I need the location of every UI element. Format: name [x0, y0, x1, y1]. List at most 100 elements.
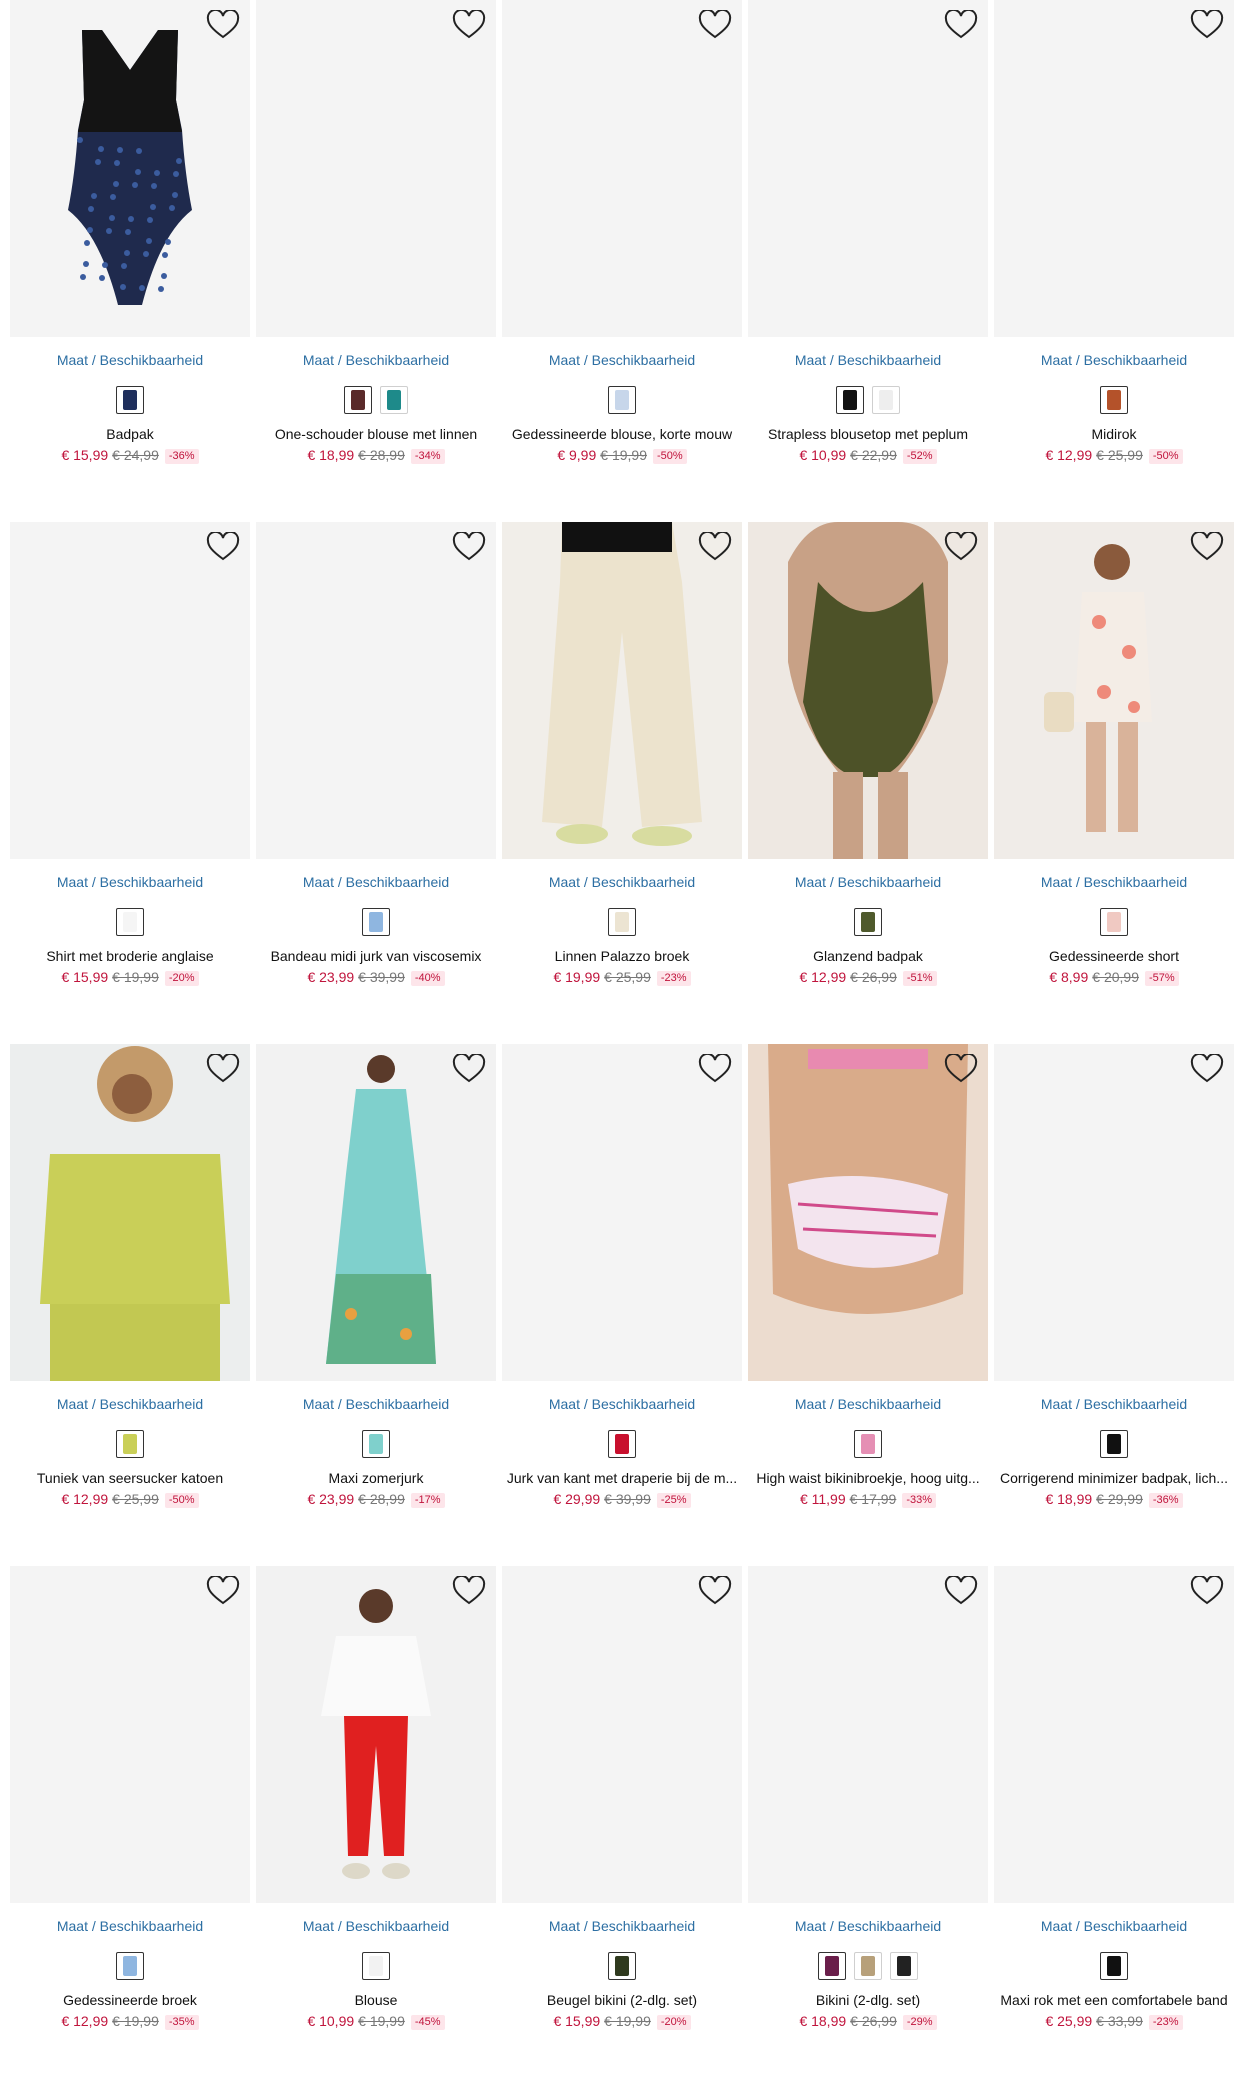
color-swatch[interactable] [854, 908, 882, 936]
product-image[interactable] [256, 1044, 496, 1381]
heart-outline-icon[interactable] [698, 1054, 732, 1084]
product-image[interactable] [748, 0, 988, 337]
color-swatch[interactable] [362, 908, 390, 936]
product-image[interactable] [10, 1566, 250, 1903]
size-availability-link[interactable]: Maat / Beschikbaarheid [748, 873, 988, 891]
color-swatch[interactable] [890, 1952, 918, 1980]
product-image[interactable] [502, 1044, 742, 1381]
color-swatch[interactable] [116, 386, 144, 414]
heart-outline-icon[interactable] [206, 1576, 240, 1606]
color-swatch[interactable] [116, 908, 144, 936]
size-availability-link[interactable]: Maat / Beschikbaarheid [10, 1917, 250, 1935]
product-name[interactable]: High waist bikinibroekje, hoog uitg... [748, 1469, 988, 1487]
color-swatch[interactable] [608, 1952, 636, 1980]
color-swatch[interactable] [818, 1952, 846, 1980]
product-image[interactable] [748, 1566, 988, 1903]
product-name[interactable]: Midirok [994, 425, 1234, 443]
product-card[interactable]: Maat / Beschikbaarheid Tuniek van seersu… [10, 1044, 250, 1517]
product-name[interactable]: Gedessineerde short [994, 947, 1234, 965]
heart-outline-icon[interactable] [1190, 10, 1224, 40]
product-name[interactable]: Bikini (2-dlg. set) [748, 1991, 988, 2009]
product-image[interactable] [256, 522, 496, 859]
color-swatch[interactable] [872, 386, 900, 414]
color-swatch[interactable] [380, 386, 408, 414]
color-swatch[interactable] [344, 386, 372, 414]
color-swatch[interactable] [854, 1952, 882, 1980]
product-card[interactable]: Maat / Beschikbaarheid Beugel bikini (2-… [502, 1566, 742, 2039]
size-availability-link[interactable]: Maat / Beschikbaarheid [748, 1395, 988, 1413]
size-availability-link[interactable]: Maat / Beschikbaarheid [10, 1395, 250, 1413]
size-availability-link[interactable]: Maat / Beschikbaarheid [994, 351, 1234, 369]
color-swatch[interactable] [116, 1430, 144, 1458]
product-name[interactable]: Gedessineerde blouse, korte mouw [502, 425, 742, 443]
size-availability-link[interactable]: Maat / Beschikbaarheid [502, 873, 742, 891]
product-image[interactable] [256, 0, 496, 337]
product-image[interactable] [748, 522, 988, 859]
color-swatch[interactable] [854, 1430, 882, 1458]
product-card[interactable]: Maat / Beschikbaarheid Shirt met broderi… [10, 522, 250, 995]
product-card[interactable]: Maat / Beschikbaarheid Bikini (2-dlg. se… [748, 1566, 988, 2039]
size-availability-link[interactable]: Maat / Beschikbaarheid [502, 1917, 742, 1935]
product-card[interactable]: Maat / Beschikbaarheid Blouse € 10,99 € 1… [256, 1566, 496, 2039]
product-name[interactable]: Maxi rok met een comfortabele band [994, 1991, 1234, 2009]
heart-outline-icon[interactable] [206, 10, 240, 40]
product-name[interactable]: Bandeau midi jurk van viscosemix [256, 947, 496, 965]
size-availability-link[interactable]: Maat / Beschikbaarheid [10, 873, 250, 891]
size-availability-link[interactable]: Maat / Beschikbaarheid [994, 873, 1234, 891]
product-name[interactable]: Corrigerend minimizer badpak, lich... [994, 1469, 1234, 1487]
heart-outline-icon[interactable] [698, 10, 732, 40]
heart-outline-icon[interactable] [944, 532, 978, 562]
product-image[interactable] [10, 1044, 250, 1381]
product-name[interactable]: Jurk van kant met draperie bij de m... [502, 1469, 742, 1487]
product-card[interactable]: Maat / Beschikbaarheid Gedessineerde sho… [994, 522, 1234, 995]
size-availability-link[interactable]: Maat / Beschikbaarheid [256, 1395, 496, 1413]
product-image[interactable] [10, 522, 250, 859]
product-card[interactable]: Maat / Beschikbaarheid Maxi rok met een … [994, 1566, 1234, 2039]
heart-outline-icon[interactable] [206, 1054, 240, 1084]
product-name[interactable]: Maxi zomerjurk [256, 1469, 496, 1487]
product-card[interactable]: Maat / Beschikbaarheid Gedessineerde bro… [10, 1566, 250, 2039]
product-card[interactable]: Maat / Beschikbaarheid Bandeau midi jurk… [256, 522, 496, 995]
color-swatch[interactable] [836, 386, 864, 414]
heart-outline-icon[interactable] [452, 1054, 486, 1084]
heart-outline-icon[interactable] [452, 532, 486, 562]
size-availability-link[interactable]: Maat / Beschikbaarheid [994, 1917, 1234, 1935]
heart-outline-icon[interactable] [206, 532, 240, 562]
product-name[interactable]: Linnen Palazzo broek [502, 947, 742, 965]
product-card[interactable]: Maat / Beschikbaarheid Badpak € 15,99 € 2… [10, 0, 250, 473]
size-availability-link[interactable]: Maat / Beschikbaarheid [256, 1917, 496, 1935]
heart-outline-icon[interactable] [452, 1576, 486, 1606]
product-name[interactable]: Glanzend badpak [748, 947, 988, 965]
heart-outline-icon[interactable] [698, 1576, 732, 1606]
product-name[interactable]: One-schouder blouse met linnen [256, 425, 496, 443]
product-image[interactable] [748, 1044, 988, 1381]
size-availability-link[interactable]: Maat / Beschikbaarheid [10, 351, 250, 369]
color-swatch[interactable] [608, 1430, 636, 1458]
product-image[interactable] [994, 1044, 1234, 1381]
color-swatch[interactable] [362, 1430, 390, 1458]
heart-outline-icon[interactable] [698, 532, 732, 562]
product-name[interactable]: Gedessineerde broek [10, 1991, 250, 2009]
product-image[interactable] [502, 0, 742, 337]
size-availability-link[interactable]: Maat / Beschikbaarheid [994, 1395, 1234, 1413]
product-card[interactable]: Maat / Beschikbaarheid One-schouder blou… [256, 0, 496, 473]
color-swatch[interactable] [362, 1952, 390, 1980]
product-name[interactable]: Badpak [10, 425, 250, 443]
product-card[interactable]: Maat / Beschikbaarheid Jurk van kant met… [502, 1044, 742, 1517]
heart-outline-icon[interactable] [1190, 532, 1224, 562]
product-card[interactable]: Maat / Beschikbaarheid Maxi zomerjurk € … [256, 1044, 496, 1517]
product-image[interactable] [994, 522, 1234, 859]
color-swatch[interactable] [116, 1952, 144, 1980]
heart-outline-icon[interactable] [944, 10, 978, 40]
product-card[interactable]: Maat / Beschikbaarheid Midirok € 12,99 € … [994, 0, 1234, 473]
color-swatch[interactable] [1100, 1952, 1128, 1980]
product-name[interactable]: Strapless blousetop met peplum [748, 425, 988, 443]
color-swatch[interactable] [608, 908, 636, 936]
product-image[interactable] [256, 1566, 496, 1903]
product-card[interactable]: Maat / Beschikbaarheid High waist bikini… [748, 1044, 988, 1517]
product-name[interactable]: Tuniek van seersucker katoen [10, 1469, 250, 1487]
product-image[interactable] [10, 0, 250, 337]
color-swatch[interactable] [1100, 386, 1128, 414]
product-image[interactable] [994, 0, 1234, 337]
product-name[interactable]: Beugel bikini (2-dlg. set) [502, 1991, 742, 2009]
